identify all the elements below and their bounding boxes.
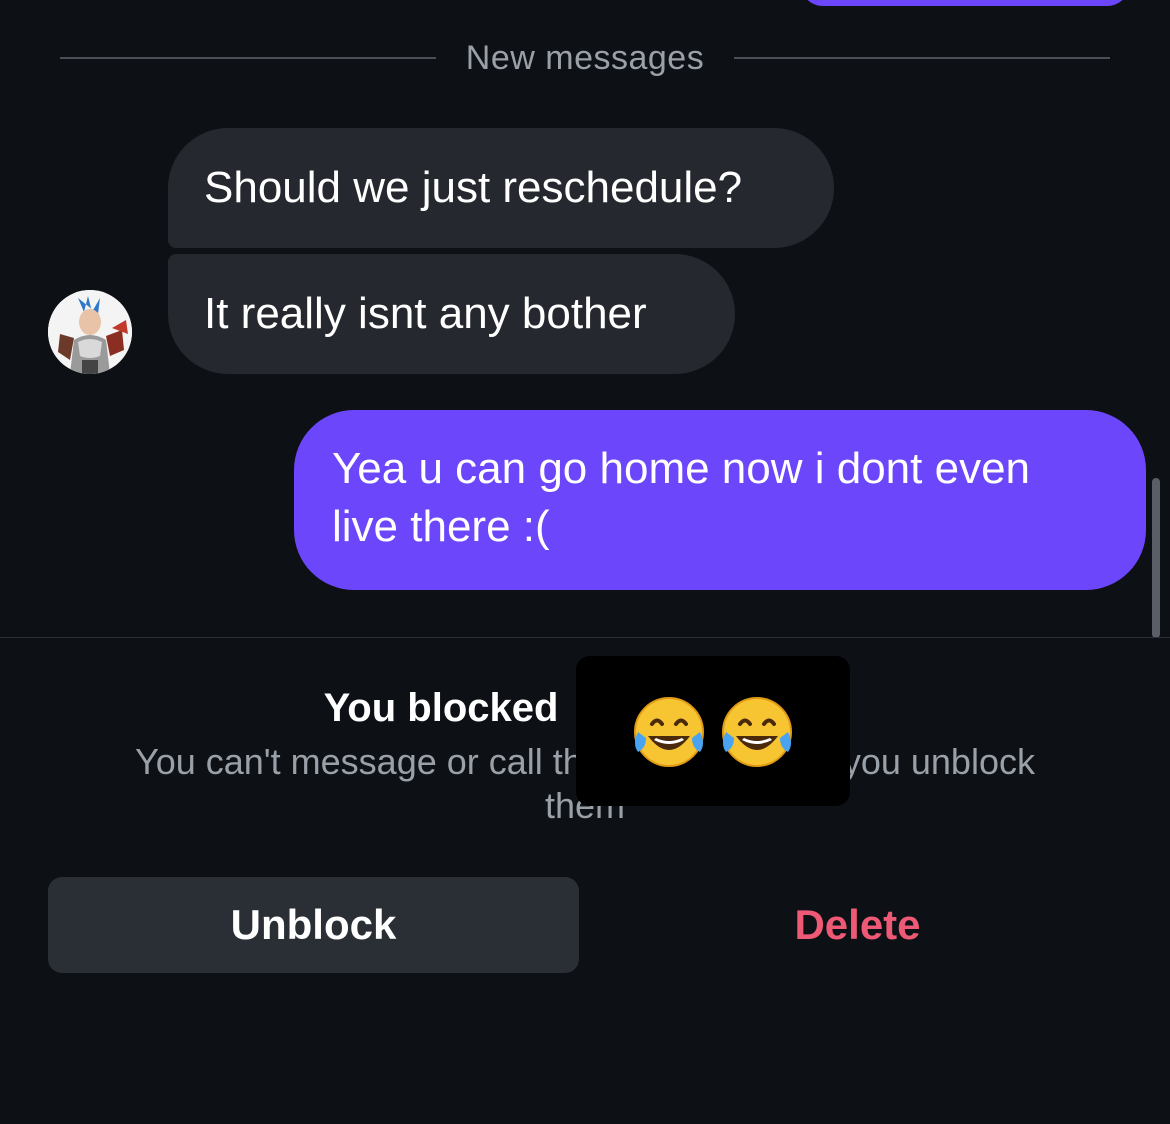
divider-line-right bbox=[734, 57, 1111, 59]
redaction-box bbox=[576, 656, 850, 806]
new-messages-label: New messages bbox=[465, 38, 705, 77]
delete-button[interactable]: Delete bbox=[592, 877, 1123, 973]
panel-divider bbox=[0, 637, 1170, 638]
unblock-button[interactable]: Unblock bbox=[48, 877, 579, 973]
new-messages-divider: New messages bbox=[60, 28, 1111, 88]
face-with-tears-of-joy-icon bbox=[722, 697, 792, 767]
message-text: It really isnt any bother bbox=[204, 289, 647, 338]
message-text: Yea u can go home now i dont even live t… bbox=[332, 444, 1031, 551]
message-text: Should we just reschedule? bbox=[204, 163, 743, 212]
avatar-illustration bbox=[48, 290, 132, 374]
contact-avatar[interactable] bbox=[48, 290, 132, 374]
incoming-message-bubble[interactable]: Should we just reschedule? bbox=[168, 128, 834, 248]
incoming-message-bubble[interactable]: It really isnt any bother bbox=[168, 254, 735, 374]
blocked-description-start: You can't message or call th bbox=[135, 741, 583, 782]
chat-screen: New messages Should we just reschedule? … bbox=[0, 0, 1170, 1124]
divider-line-left bbox=[60, 57, 436, 59]
previous-outgoing-bubble bbox=[800, 0, 1130, 6]
blocked-title-text: You blocked bbox=[323, 686, 559, 730]
face-with-tears-of-joy-icon bbox=[634, 697, 704, 767]
outgoing-message-bubble[interactable]: Yea u can go home now i dont even live t… bbox=[294, 410, 1146, 590]
blocked-description-end: you unblock bbox=[842, 741, 1035, 782]
scrollbar[interactable] bbox=[1152, 478, 1160, 638]
